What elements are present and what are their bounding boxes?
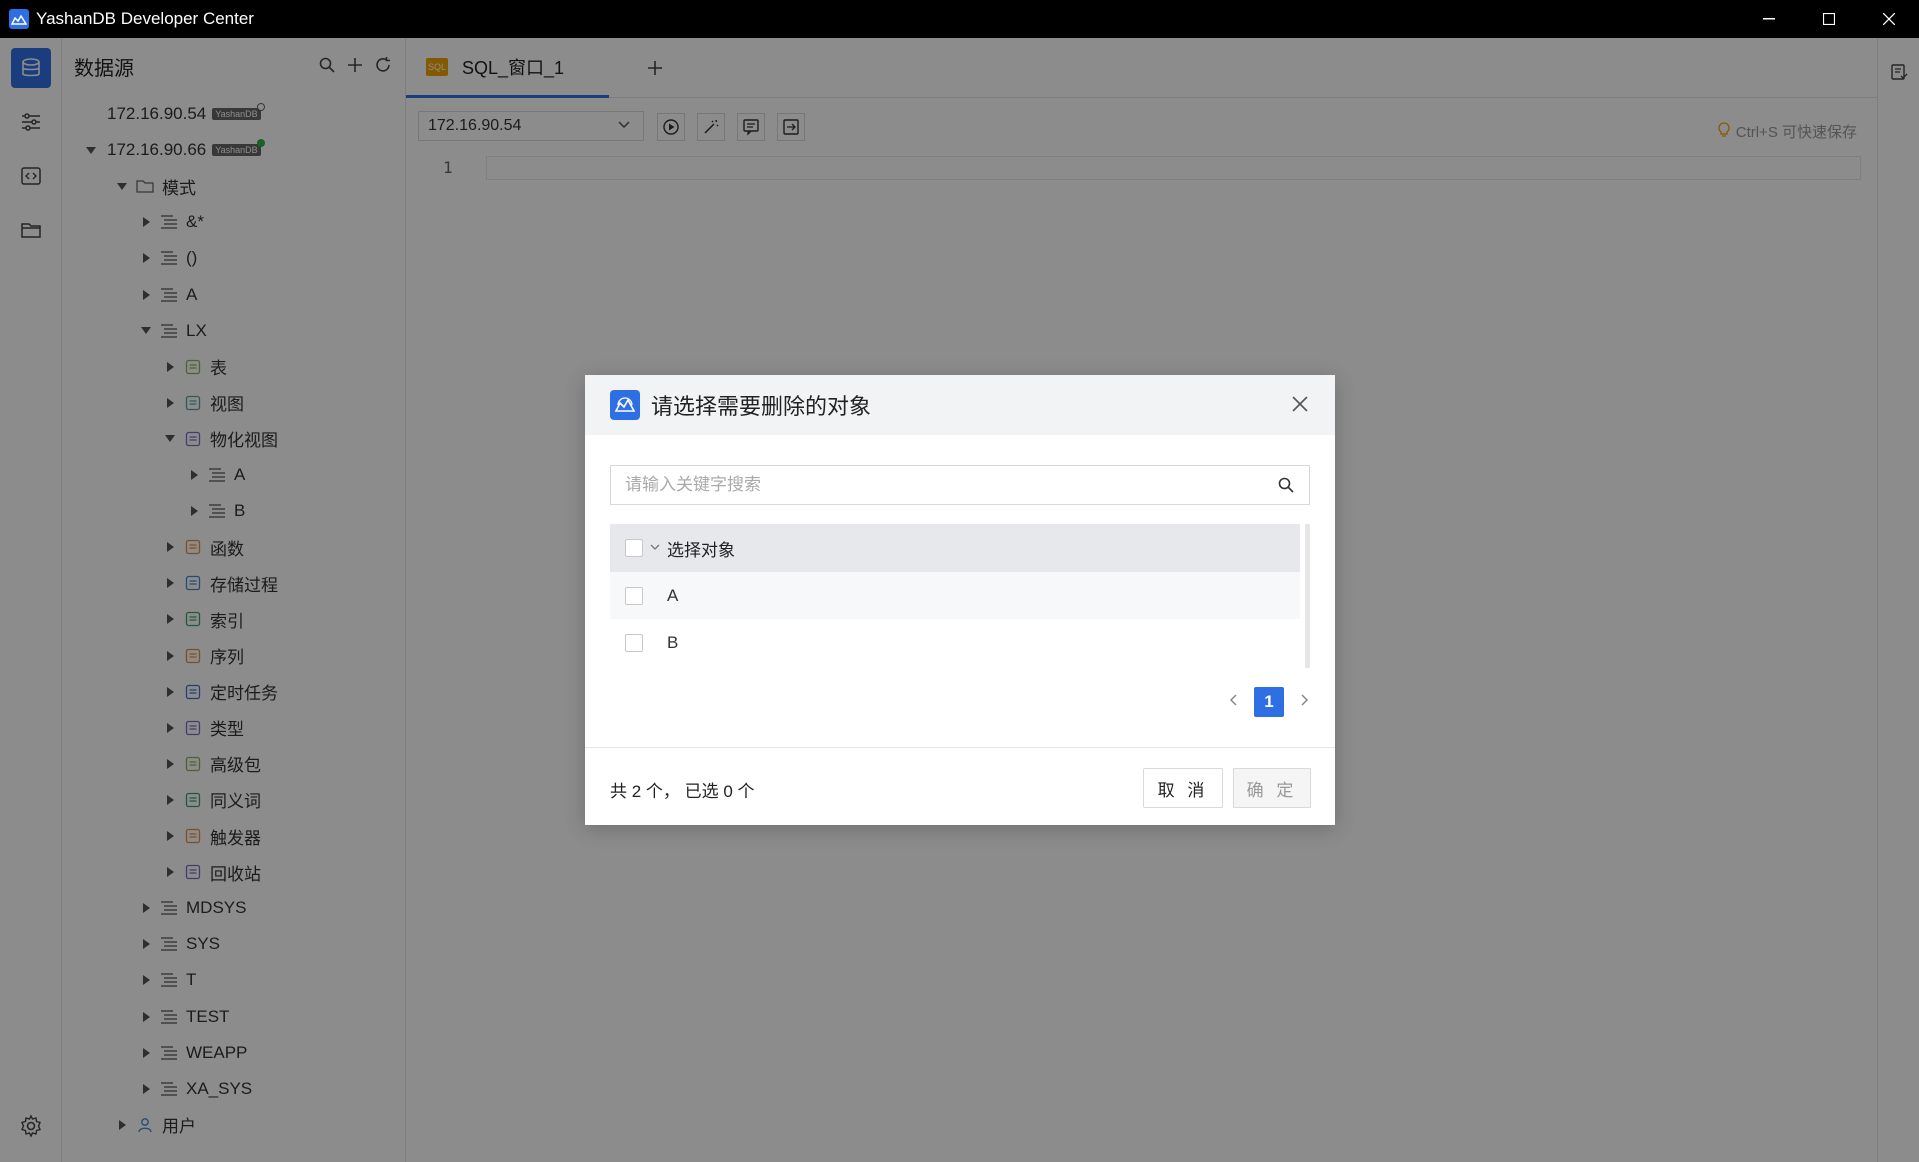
table-row[interactable]: B [610, 619, 1300, 666]
app-logo-icon [9, 9, 29, 29]
pagination: 1 [1228, 687, 1310, 717]
maximize-button[interactable] [1799, 0, 1859, 38]
close-icon[interactable] [1290, 394, 1310, 414]
search-field [610, 465, 1310, 505]
row-label: A [667, 585, 679, 605]
table-row[interactable]: A [610, 572, 1300, 619]
row-checkbox[interactable] [625, 586, 643, 605]
dialog-footer: 共 2 个， 已选 0 个 取 消 确 定 [585, 747, 1335, 825]
page-button[interactable]: 1 [1254, 687, 1284, 717]
app-logo-icon [610, 390, 640, 420]
close-window-button[interactable] [1859, 0, 1919, 38]
row-label: B [667, 632, 679, 652]
delete-objects-dialog: 请选择需要删除的对象 选择对象 A B 1 共 2 个， 已选 0 [585, 375, 1335, 825]
title-bar: YashanDB Developer Center [0, 0, 1919, 38]
chevron-left-icon[interactable] [1228, 692, 1240, 712]
confirm-button[interactable]: 确 定 [1233, 768, 1311, 808]
dialog-title: 请选择需要删除的对象 [651, 394, 872, 419]
table-header-label: 选择对象 [667, 540, 735, 560]
object-table: 选择对象 A B [610, 524, 1310, 668]
table-header: 选择对象 [610, 524, 1300, 572]
select-all-checkbox[interactable] [625, 539, 643, 557]
row-checkbox[interactable] [625, 633, 643, 652]
window-title: YashanDB Developer Center [36, 9, 254, 28]
search-icon[interactable] [1277, 476, 1295, 499]
cancel-button[interactable]: 取 消 [1143, 768, 1223, 808]
minimize-button[interactable] [1739, 0, 1799, 38]
search-input[interactable] [625, 475, 1255, 495]
chevron-right-icon[interactable] [1298, 692, 1310, 712]
chevron-down-icon[interactable] [649, 538, 661, 558]
selection-summary: 共 2 个， 已选 0 个 [610, 782, 755, 801]
table-scrollbar[interactable] [1305, 524, 1310, 668]
